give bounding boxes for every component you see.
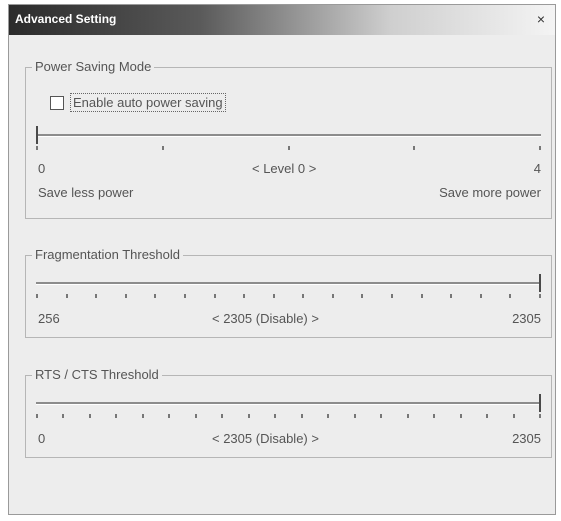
slider-tick [154,294,157,298]
power-saving-slider-track [36,134,541,137]
slider-tick [36,146,38,150]
power-saving-current-level: < Level 0 > [252,161,317,176]
slider-tick [539,146,541,150]
fragmentation-slider-track [36,282,541,285]
power-saving-slider[interactable] [36,122,541,152]
slider-tick [168,414,171,418]
slider-tick [161,146,164,150]
slider-tick [247,414,250,418]
rts-cts-slider-ticks [36,414,541,419]
slider-tick [327,414,330,418]
fragmentation-slider-ticks [36,294,541,299]
rts-cts-current-value: < 2305 (Disable) > [212,431,319,446]
enable-auto-power-saving-checkbox[interactable]: Enable auto power saving [50,93,226,113]
rts-cts-threshold-slider[interactable] [36,390,541,420]
rts-cts-min-label: 0 [38,431,46,446]
checkbox-box[interactable] [50,95,64,110]
slider-tick [62,414,65,418]
slider-tick [88,414,91,418]
slider-tick [194,414,197,418]
slider-tick [36,294,38,298]
advanced-setting-window: Advanced Setting × Power Saving Mode Ena… [8,4,556,515]
slider-tick [331,294,334,298]
slider-tick [539,294,541,298]
slider-tick [512,414,515,418]
slider-tick [459,414,462,418]
slider-tick [539,414,541,418]
slider-tick [509,294,512,298]
slider-tick [406,414,409,418]
slider-tick [272,294,275,298]
slider-tick [221,414,224,418]
rts-cts-threshold-group: RTS / CTS Threshold 0 < 2305 (Disable) >… [25,367,552,458]
fragmentation-threshold-legend: Fragmentation Threshold [32,247,184,262]
slider-tick [95,294,98,298]
fragmentation-min-label: 256 [38,311,60,326]
slider-tick [420,294,423,298]
slider-tick [141,414,144,418]
slider-tick [300,414,303,418]
enable-auto-power-saving-label[interactable]: Enable auto power saving [70,93,226,113]
slider-tick [243,294,246,298]
slider-tick [380,414,383,418]
title-bar[interactable]: Advanced Setting × [9,5,555,35]
window-title: Advanced Setting [15,12,117,26]
power-saving-group: Power Saving Mode Enable auto power savi… [25,59,552,219]
slider-tick [213,294,216,298]
power-saving-slider-thumb[interactable] [36,126,38,144]
slider-tick [353,414,356,418]
close-icon[interactable]: × [533,11,549,27]
rts-cts-slider-thumb[interactable] [539,394,541,412]
rts-cts-threshold-legend: RTS / CTS Threshold [32,367,162,382]
slider-tick [413,146,416,150]
rts-cts-slider-track [36,402,541,405]
power-saving-min-label: 0 [38,161,46,176]
power-saving-legend: Power Saving Mode [32,59,155,74]
fragmentation-current-value: < 2305 (Disable) > [212,311,319,326]
save-less-power-label: Save less power [38,185,134,200]
rts-cts-max-label: 2305 [512,431,541,446]
slider-tick [450,294,453,298]
save-more-power-label: Save more power [439,185,541,200]
slider-tick [65,294,68,298]
slider-tick [391,294,394,298]
fragmentation-threshold-group: Fragmentation Threshold 256 < 2305 (Disa… [25,247,552,338]
slider-tick [274,414,277,418]
power-saving-slider-ticks [36,146,541,151]
fragmentation-max-label: 2305 [512,311,541,326]
slider-tick [36,414,38,418]
slider-tick [183,294,186,298]
fragmentation-slider-thumb[interactable] [539,274,541,292]
slider-tick [115,414,118,418]
slider-tick [433,414,436,418]
slider-tick [287,146,290,150]
power-saving-max-label: 4 [533,161,541,176]
slider-tick [479,294,482,298]
slider-tick [124,294,127,298]
fragmentation-threshold-slider[interactable] [36,270,541,300]
slider-tick [302,294,305,298]
slider-tick [361,294,364,298]
slider-tick [486,414,489,418]
